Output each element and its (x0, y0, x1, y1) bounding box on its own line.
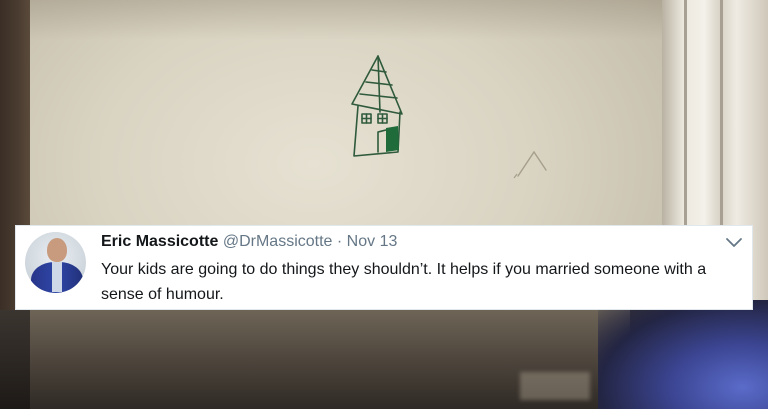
blue-light (598, 300, 768, 409)
photo-background: Eric Massicotte @DrMassicotte · Nov 13 Y… (0, 0, 768, 409)
avatar-shirt (52, 262, 62, 292)
floor-light-reflection (520, 372, 590, 400)
tweet-card[interactable]: Eric Massicotte @DrMassicotte · Nov 13 Y… (15, 225, 753, 310)
tweet-header: Eric Massicotte @DrMassicotte · Nov 13 (101, 231, 397, 253)
tweet-date[interactable]: Nov 13 (347, 233, 398, 250)
tweet-text: Your kids are going to do things they sh… (101, 261, 707, 303)
avatar-head (47, 238, 67, 262)
chevron-down-icon[interactable] (725, 235, 743, 249)
wall-scribble (513, 150, 547, 179)
wall-shadow (30, 0, 662, 40)
header-separator: · (336, 233, 343, 250)
house-drawing (351, 55, 403, 157)
display-name[interactable]: Eric Massicotte (101, 233, 218, 250)
avatar[interactable] (25, 232, 86, 293)
user-handle[interactable]: @DrMassicotte (223, 233, 333, 250)
